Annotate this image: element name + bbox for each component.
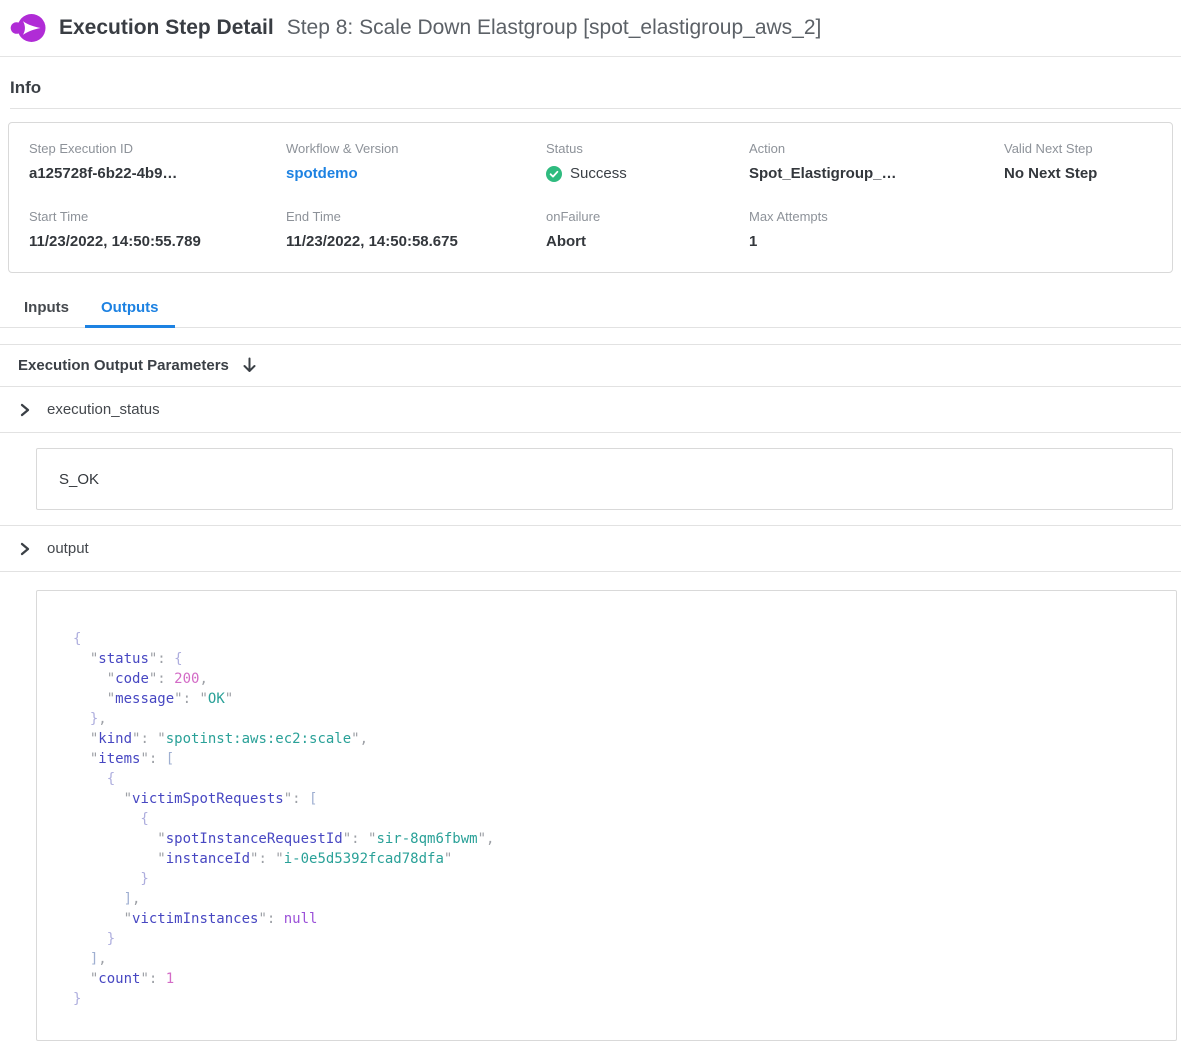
field-label: Action [749,141,1004,156]
info-heading: Info [10,78,1181,98]
info-heading-divider [10,108,1181,109]
execution-status-value-box: S_OK [36,448,1173,510]
field-value: 11/23/2022, 14:50:55.789 [29,233,286,250]
execution-status-expander[interactable]: execution_status [0,387,1181,432]
field-start-time: Start Time 11/23/2022, 14:50:55.789 [29,209,286,250]
tab-outputs[interactable]: Outputs [85,291,175,328]
field-label: Max Attempts [749,209,1004,224]
field-value: 1 [749,233,1004,250]
field-status: Status Success [546,141,749,183]
expander-label: execution_status [47,401,160,418]
field-value: Abort [546,233,749,250]
field-onfailure: onFailure Abort [546,209,749,250]
status-badge: Success [546,165,749,182]
execution-output-parameters-header: Execution Output Parameters [0,345,1181,386]
field-label: onFailure [546,209,749,224]
field-value: Spot_Elastigroup_… [749,165,1004,182]
expander-label: output [47,540,89,557]
field-label: Status [546,141,749,156]
success-check-icon [546,166,562,182]
field-workflow-version: Workflow & Version spotdemo [286,141,546,183]
header: Execution Step Detail Step 8: Scale Down… [0,0,1181,57]
spot-logo-icon [10,12,46,44]
chevron-right-icon [18,403,31,417]
field-action: Action Spot_Elastigroup_… [749,141,1004,183]
output-json-box: { "status": { "code": 200, "message": "O… [36,590,1177,1041]
field-label: Start Time [29,209,286,224]
divider [0,571,1181,572]
tabs-bar: Inputs Outputs [0,291,1181,328]
field-label: Valid Next Step [1004,141,1172,156]
field-value: a125728f-6b22-4b9… [29,165,286,182]
field-value: No Next Step [1004,165,1172,182]
info-card: Step Execution ID a125728f-6b22-4b9… Wor… [8,122,1173,273]
section-title: Execution Output Parameters [18,357,229,374]
chevron-right-icon [18,542,31,556]
divider [0,432,1181,433]
field-valid-next-step: Valid Next Step No Next Step [1004,141,1172,183]
field-max-attempts: Max Attempts 1 [749,209,1004,250]
download-arrow-icon[interactable] [242,357,257,374]
page-subtitle: Step 8: Scale Down Elastgroup [spot_elas… [287,16,822,40]
field-label: End Time [286,209,546,224]
output-json-code: { "status": { "code": 200, "message": "O… [73,629,1176,1009]
status-text: Success [570,165,627,182]
field-end-time: End Time 11/23/2022, 14:50:58.675 [286,209,546,250]
field-label: Step Execution ID [29,141,286,156]
output-expander[interactable]: output [0,526,1181,571]
field-value: 11/23/2022, 14:50:58.675 [286,233,546,250]
field-step-execution-id: Step Execution ID a125728f-6b22-4b9… [29,141,286,183]
page-title: Execution Step Detail [59,16,274,40]
tab-inputs[interactable]: Inputs [8,291,85,328]
workflow-link[interactable]: spotdemo [286,165,358,182]
field-label: Workflow & Version [286,141,546,156]
